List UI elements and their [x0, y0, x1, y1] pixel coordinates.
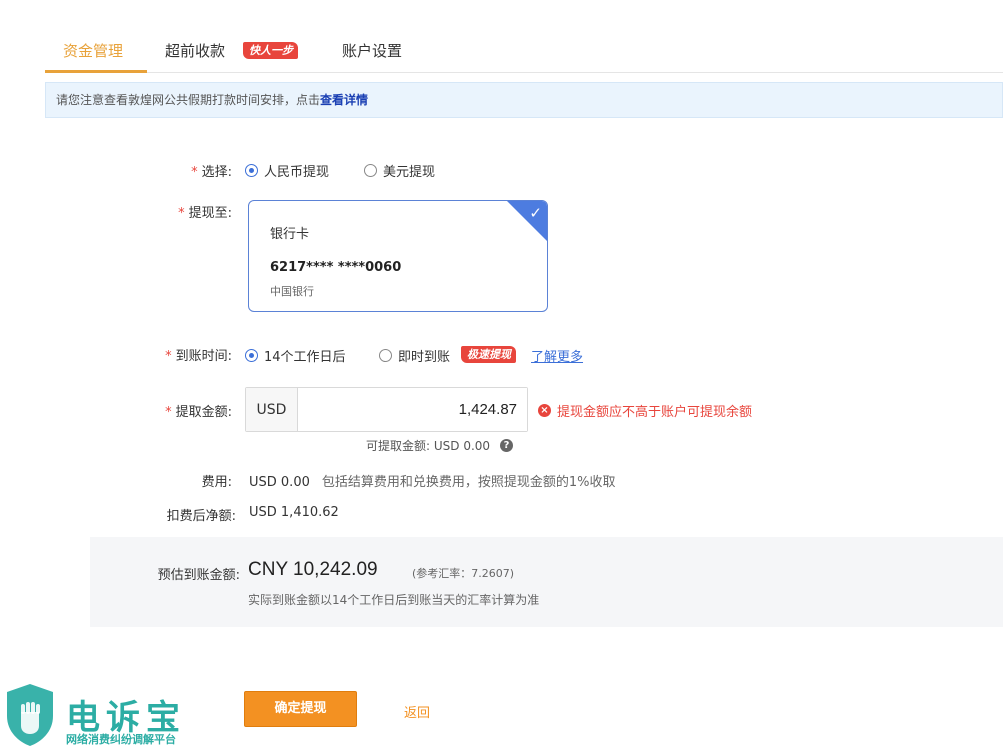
radio-selected-icon: [245, 349, 258, 362]
tab-account-settings[interactable]: 账户设置: [342, 40, 402, 61]
amount-error: × 提现金额应不高于账户可提现余额: [538, 401, 752, 420]
estimate-label: 预估到账金额:: [157, 568, 240, 583]
notice-text: 请您注意查看敦煌网公共假期打款时间安排，点击: [56, 93, 321, 107]
fee-label: 费用:: [201, 475, 232, 490]
amount-label: * 提取金额:: [165, 405, 232, 420]
bank-card-option[interactable]: ✓ 银行卡 6217**** ****0060 中国银行: [248, 200, 548, 312]
estimate-note: 实际到账金额以14个工作日后到账当天的汇率计算为准: [248, 593, 540, 607]
radio-unselected-icon: [379, 349, 392, 362]
radio-unselected-icon: [364, 164, 377, 177]
radio-rmb-withdraw[interactable]: 人民币提现: [245, 161, 329, 180]
currency-prefix: USD: [246, 388, 298, 431]
card-type: 银行卡: [270, 227, 310, 242]
net-label: 扣费后净额:: [166, 509, 236, 524]
watermark-subtitle: 网络消费纠纷调解平台: [66, 733, 176, 746]
select-label: * 选择:: [191, 165, 232, 180]
bank-name: 中国银行: [270, 285, 314, 298]
amount-field: USD: [245, 387, 528, 432]
watermark: 电诉宝 网络消费纠纷调解平台: [0, 680, 215, 753]
back-link[interactable]: 返回: [404, 702, 430, 721]
active-tab-indicator: [45, 70, 147, 73]
estimate-amount: CNY 10,242.09: [248, 559, 378, 580]
confirm-withdraw-button[interactable]: 确定提现: [244, 691, 357, 727]
withdraw-to-label: * 提现至:: [178, 206, 232, 221]
tab-fund-management[interactable]: 资金管理: [63, 40, 123, 61]
fee-note: 包括结算费用和兑换费用，按照提现金额的1%收取: [321, 475, 616, 490]
amount-input[interactable]: [298, 388, 527, 431]
check-icon: ✓: [529, 204, 542, 222]
tab-bar: 资金管理 超前收款 快人一步 账户设置: [45, 30, 1003, 73]
learn-more-link[interactable]: 了解更多: [531, 346, 583, 365]
error-icon: ×: [538, 404, 551, 417]
available-amount: 可提取金额: USD 0.00 ?: [366, 437, 514, 454]
notice-details-link[interactable]: 查看详情: [320, 93, 368, 107]
tab-advance-collection[interactable]: 超前收款: [165, 40, 225, 61]
net-value: USD 1,410.62: [249, 505, 339, 520]
fee-value: USD 0.00 包括结算费用和兑换费用，按照提现金额的1%收取: [249, 475, 616, 490]
help-icon[interactable]: ?: [500, 439, 514, 452]
radio-selected-icon: [245, 164, 258, 177]
radio-instant[interactable]: 即时到账: [379, 346, 450, 365]
exchange-rate: (参考汇率：7.2607): [412, 567, 515, 580]
fast-badge: 快人一步: [243, 42, 298, 59]
radio-usd-withdraw[interactable]: 美元提现: [364, 161, 435, 180]
express-badge: 极速提现: [461, 346, 516, 363]
card-number: 6217**** ****0060: [270, 260, 402, 275]
holiday-notice: 请您注意查看敦煌网公共假期打款时间安排，点击查看详情: [45, 82, 1003, 118]
arrival-time-label: * 到账时间:: [165, 349, 232, 364]
shield-fist-icon: [7, 684, 53, 746]
estimate-panel: 预估到账金额: CNY 10,242.09 (参考汇率：7.2607) 实际到账…: [90, 537, 1003, 627]
radio-14-days[interactable]: 14个工作日后: [245, 346, 346, 365]
